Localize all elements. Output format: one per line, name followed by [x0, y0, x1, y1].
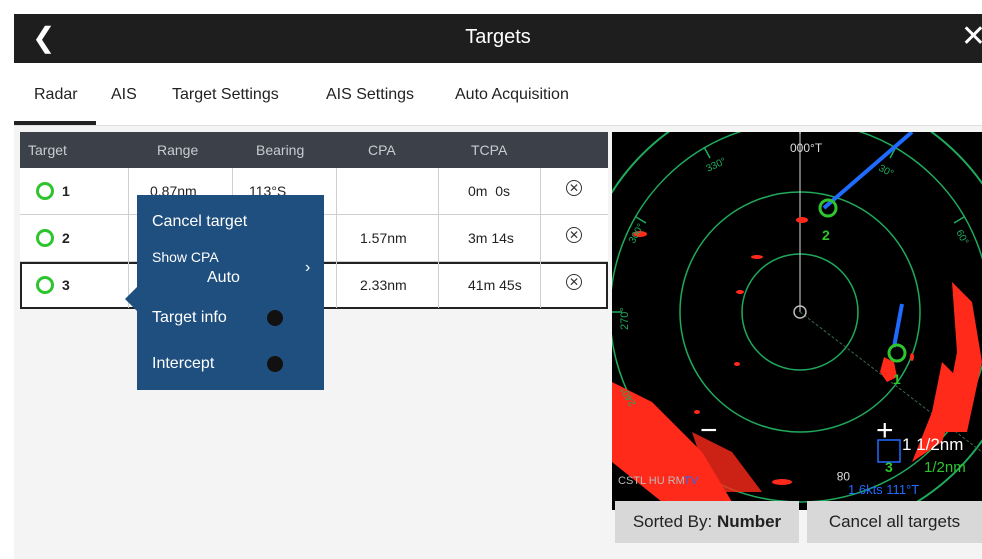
target-ring-icon [36, 229, 54, 247]
tab-auto-acquisition[interactable]: Auto Acquisition [455, 86, 569, 104]
target-number: 2 [62, 230, 70, 246]
tcpa-cell: 3m 14s [468, 230, 514, 246]
ring-range-label: 1/2nm [924, 459, 966, 476]
tab-bar: Radar AIS Target Settings AIS Settings A… [14, 63, 982, 126]
column-header-range[interactable]: Range [157, 142, 198, 158]
tab-ais-settings[interactable]: AIS Settings [326, 86, 414, 104]
page-title: Targets [465, 26, 531, 48]
tab-radar[interactable]: Radar [34, 86, 78, 104]
cancel-target-menu-item[interactable]: Cancel target [152, 213, 247, 231]
cpa-cell: 2.33nm [360, 277, 407, 293]
intercept-menu-item[interactable]: Intercept [152, 355, 214, 373]
target-marker-1[interactable] [887, 343, 907, 363]
column-header-target[interactable]: Target [28, 142, 67, 158]
cpa-cell: 1.57nm [360, 230, 407, 246]
title-bar: ❮ Targets ✕ [14, 14, 982, 63]
radar-display[interactable]: 000°T 330° 30° 300° 60° 270° 240° 2 1 3 … [612, 132, 982, 510]
column-header-bearing[interactable]: Bearing [256, 142, 304, 158]
target-ring-icon [36, 182, 54, 200]
tcpa-cell: 41m 45s [468, 277, 522, 293]
sorted-by-value: Number [716, 512, 782, 531]
target-ring-icon [36, 276, 54, 294]
tab-ais[interactable]: AIS [111, 86, 137, 104]
bearing-label-60: 60° [953, 228, 970, 247]
target-context-menu: Cancel target Show CPA Auto › Target inf… [125, 195, 324, 390]
column-header-cpa[interactable]: CPA [368, 142, 396, 158]
heading-label: 000°T [790, 141, 823, 155]
zoom-out-button[interactable]: − [700, 414, 718, 447]
bearing-label-30: 30° [877, 163, 896, 180]
column-header-tcpa[interactable]: TCPA [471, 142, 507, 158]
bearing-label-330: 330° [705, 156, 728, 175]
radar-view[interactable]: 000°T 330° 30° 300° 60° 270° 240° 2 1 3 … [612, 132, 982, 510]
cancel-all-targets-button[interactable]: Cancel all targets [807, 501, 982, 543]
target-1-vector [892, 303, 904, 348]
speed-readout: 1.6kts 111°T [848, 482, 919, 497]
close-icon[interactable]: ✕ [961, 22, 982, 52]
tab-target-settings[interactable]: Target Settings [172, 86, 279, 104]
target-number: 1 [62, 183, 70, 199]
sorted-by-label: Sorted By: [632, 512, 713, 531]
radar-mode-tv: TV [684, 475, 699, 487]
show-cpa-label[interactable]: Show CPA [152, 249, 219, 265]
target-label-2: 2 [822, 227, 830, 243]
target-label-1: 1 [893, 371, 901, 387]
show-cpa-value[interactable]: Auto [207, 269, 240, 287]
sorted-by-button[interactable]: Sorted By: Number [615, 501, 799, 543]
cancel-target-icon[interactable]: ✕ [566, 274, 582, 290]
target-number: 3 [62, 277, 70, 293]
table-header: Target Range Bearing CPA TCPA [20, 132, 608, 168]
tcpa-cell: 0m 0s [468, 183, 511, 199]
popup-pointer [125, 287, 137, 311]
target-info-menu-item[interactable]: Target info [152, 309, 227, 327]
bearing-label-270: 270° [619, 307, 631, 330]
tabs-divider [14, 125, 982, 126]
target-label-3: 3 [885, 459, 893, 475]
heading-readout: 08 [836, 469, 850, 483]
radar-modes: CSTL HU RM [618, 475, 685, 487]
target-2-vector [822, 132, 914, 210]
zoom-in-button[interactable]: + [876, 414, 894, 447]
chevron-right-icon[interactable]: › [305, 259, 310, 277]
compass-ticks [612, 132, 965, 408]
cancel-target-icon[interactable]: ✕ [566, 227, 582, 243]
range-label: 1 1/2nm [902, 435, 963, 454]
cancel-target-icon[interactable]: ✕ [566, 180, 582, 196]
targets-dialog: ❮ Targets ✕ Radar AIS Target Settings AI… [14, 14, 982, 559]
intercept-toggle[interactable] [267, 356, 283, 372]
target-info-toggle[interactable] [267, 310, 283, 326]
